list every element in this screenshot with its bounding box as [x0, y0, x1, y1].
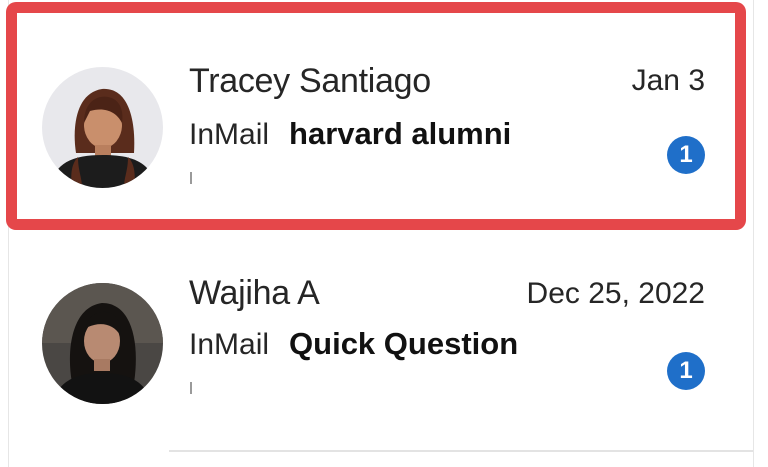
contact-name[interactable]: Tracey Santiago [189, 62, 431, 101]
message-date: Dec 25, 2022 [526, 277, 705, 310]
conversation-item[interactable]: Wajiha A Dec 25, 2022 InMail Quick Quest… [9, 240, 753, 452]
message-type-label: InMail [189, 118, 270, 151]
preview-text-fragment [190, 382, 192, 394]
conversation-item[interactable]: Tracey Santiago Jan 3 InMail harvard alu… [9, 10, 753, 240]
avatar[interactable] [42, 67, 163, 188]
unread-count-badge: 1 [667, 136, 705, 174]
message-summary: InMail Quick Question [189, 326, 518, 362]
message-subject: harvard alumni [289, 116, 512, 151]
preview-text-fragment [190, 172, 192, 184]
conversation-list: Tracey Santiago Jan 3 InMail harvard alu… [8, 0, 754, 467]
message-type-label: InMail [189, 328, 270, 361]
unread-count-badge: 1 [667, 352, 705, 390]
avatar[interactable] [42, 283, 163, 404]
message-summary: InMail harvard alumni [189, 116, 511, 152]
message-date: Jan 3 [631, 64, 705, 97]
contact-name[interactable]: Wajiha A [189, 274, 320, 313]
message-subject: Quick Question [289, 326, 519, 361]
divider [169, 450, 753, 452]
inbox-screen: Tracey Santiago Jan 3 InMail harvard alu… [0, 0, 768, 467]
